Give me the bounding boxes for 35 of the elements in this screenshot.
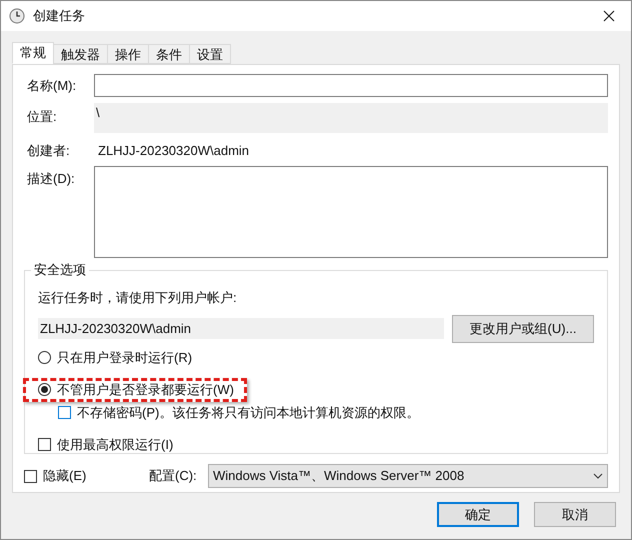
clock-icon: [9, 8, 25, 24]
radio-button[interactable]: [38, 351, 51, 364]
checkbox[interactable]: [24, 470, 37, 482]
author-value: ZLHJJ-20230320W\admin: [97, 142, 250, 160]
checkbox-label: 使用最高权限运行(I): [57, 436, 174, 454]
tab[interactable]: 条件: [148, 44, 190, 64]
checkbox[interactable]: [58, 406, 71, 419]
radio-label: 只在用户登录时运行(R): [57, 348, 192, 367]
tab[interactable]: 触发器: [53, 44, 108, 64]
checkbox-label: 不存储密码(P)。该任务将只有访问本地计算机资源的权限。: [77, 404, 420, 422]
field-label: 描述(D):: [26, 170, 76, 188]
checkbox-label: 隐藏(E): [43, 467, 86, 486]
chevron-down-icon: [593, 473, 603, 479]
description-field[interactable]: [94, 166, 608, 258]
prompt-text: 运行任务时，请使用下列用户帐户:: [38, 289, 238, 307]
radio-label: 不管用户是否登录都要运行(W): [57, 380, 234, 399]
account-field: ZLHJJ-20230320W\admin: [38, 318, 444, 339]
field-label: 配置(C):: [149, 467, 198, 486]
close-icon[interactable]: [603, 10, 615, 22]
tab[interactable]: 操作: [107, 44, 149, 64]
window-title: 创建任务: [33, 7, 85, 26]
tab[interactable]: 设置: [189, 44, 231, 64]
configure-dropdown[interactable]: Windows Vista™、Windows Server™ 2008: [208, 464, 608, 488]
location-field: \: [94, 103, 608, 133]
field-label: 创建者:: [26, 142, 71, 160]
change-user-button[interactable]: 更改用户或组(U)...: [452, 314, 594, 342]
dialog-button[interactable]: 取消: [534, 502, 616, 527]
field-label: 位置:: [26, 108, 58, 126]
checkbox[interactable]: [38, 438, 51, 452]
radio-button[interactable]: [38, 383, 51, 396]
field-label: 名称(M):: [26, 76, 78, 95]
input-field[interactable]: [94, 74, 608, 97]
tab[interactable]: 常规: [12, 42, 54, 64]
group-title: 安全选项: [31, 262, 89, 278]
dialog-button[interactable]: 确定: [437, 502, 519, 527]
